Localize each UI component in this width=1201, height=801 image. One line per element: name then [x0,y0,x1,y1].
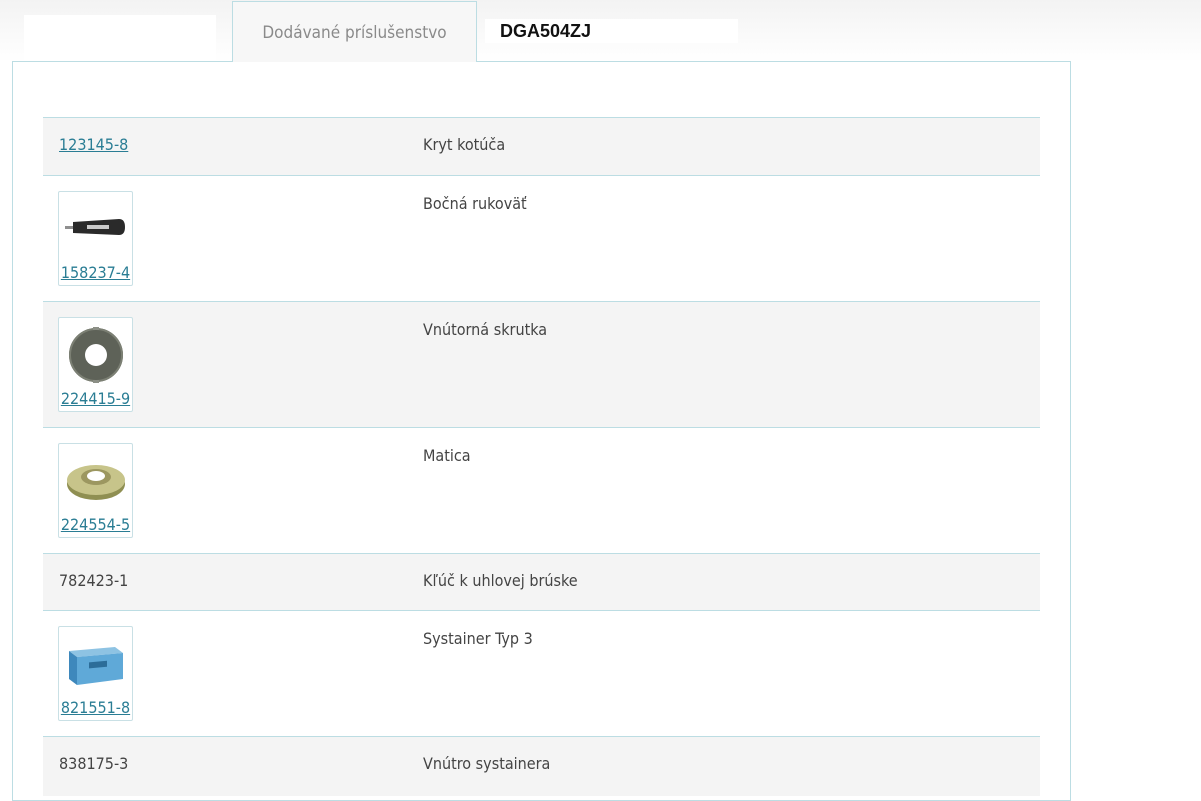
part-thumbnail[interactable]: 158237-4 [58,191,133,286]
table-row: 782423-1 Kľúč k uhlovej brúske [43,553,1040,610]
part-thumbnail[interactable]: 821551-8 [58,626,133,721]
part-number-link[interactable]: 224415-9 [59,389,132,408]
part-description: Systainer Typ 3 [423,629,533,648]
table-row: 158237-4 Bočná rukoväť [43,175,1040,301]
part-description: Kryt kotúča [423,135,506,154]
accessories-table: 123145-8 Kryt kotúča 158237-4 Bočná ruko… [43,117,1040,796]
model-title: DGA504ZJ [485,19,738,43]
part-number-link[interactable]: 224554-5 [59,515,132,534]
table-row: 821551-8 Systainer Typ 3 [43,610,1040,736]
part-number-link[interactable]: 158237-4 [59,263,132,282]
tab-blank[interactable] [24,15,216,61]
part-number: 782423-1 [59,571,129,590]
tab-label: Dodávané príslušenstvo [262,23,447,43]
part-number: 838175-3 [59,754,129,773]
part-thumbnail[interactable]: 224415-9 [58,317,133,412]
part-description: Vnútro systainera [423,754,551,773]
part-description: Kľúč k uhlovej brúske [423,571,578,590]
table-row: 224554-5 Matica [43,427,1040,553]
part-description: Vnútorná skrutka [423,320,548,339]
tab-supplied-accessories[interactable]: Dodávané príslušenstvo [232,1,477,62]
table-row: 224415-9 Vnútorná skrutka [43,301,1040,427]
part-thumbnail[interactable]: 224554-5 [58,443,133,538]
table-row: 838175-3 Vnútro systainera [43,736,1040,796]
part-number-link[interactable]: 123145-8 [59,135,128,154]
part-description: Matica [423,446,471,465]
part-description: Bočná rukoväť [423,194,527,213]
table-row: 123145-8 Kryt kotúča [43,117,1040,175]
part-number-link[interactable]: 821551-8 [59,698,132,717]
